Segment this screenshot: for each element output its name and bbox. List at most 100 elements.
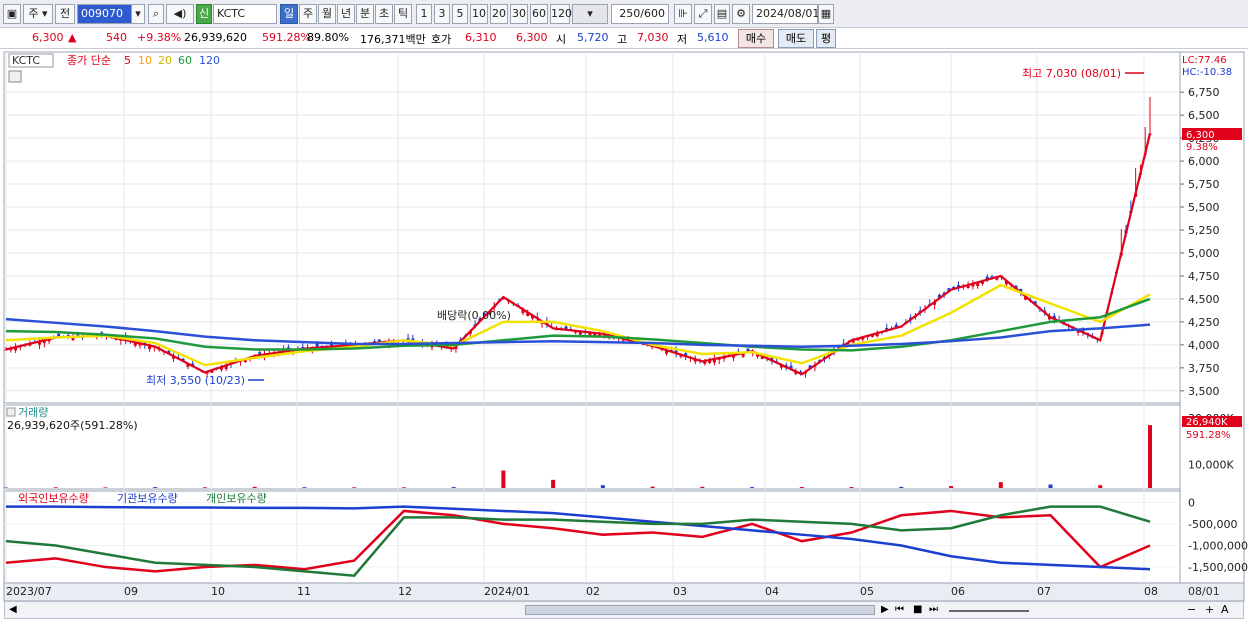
- volume-bar: [1049, 485, 1053, 489]
- xaxis-label: 12: [398, 585, 412, 598]
- holding-ytick-label: -500,000: [1188, 518, 1237, 531]
- change-value: 540: [106, 31, 127, 44]
- period-tab-5[interactable]: 초: [375, 4, 393, 24]
- price-ytick-label: 6,500: [1188, 109, 1220, 122]
- grid-toggle-icon[interactable]: [9, 71, 21, 82]
- price-ytick-label: 5,250: [1188, 224, 1220, 237]
- holding-ytick-label: -1,500,000: [1188, 561, 1248, 574]
- stop-icon[interactable]: ■: [913, 604, 922, 615]
- date-field[interactable]: 2024/08/01: [752, 4, 818, 24]
- market-label: 주: [28, 7, 38, 20]
- xaxis-label: 04: [765, 585, 779, 598]
- zoom-slider[interactable]: [949, 610, 1029, 612]
- xaxis-right-label: 08/01: [1188, 585, 1220, 598]
- holding-ytick-label: 0: [1188, 496, 1195, 509]
- change-up-icon: ▲: [68, 31, 76, 44]
- chart-area[interactable]: 6,7506,5006,2506,0005,7505,5005,2505,000…: [0, 50, 1248, 621]
- stock-name-field[interactable]: KCTC: [213, 4, 277, 24]
- volume-bar: [850, 487, 854, 488]
- low-label: 저: [677, 31, 687, 47]
- current-pct-label: 9.38%: [1186, 142, 1218, 153]
- period-tab-0[interactable]: 일: [280, 4, 298, 24]
- xaxis-label: 2023/07: [6, 585, 52, 598]
- prev-button[interactable]: 전: [55, 4, 75, 24]
- price-ytick-label: 6,000: [1188, 155, 1220, 168]
- save-icon[interactable]: ▤: [714, 4, 730, 24]
- interval-button-3[interactable]: 3: [434, 4, 450, 24]
- price-ytick-label: 6,750: [1188, 86, 1220, 99]
- period-tab-3[interactable]: 년: [337, 4, 355, 24]
- count-field[interactable]: 250/600: [611, 4, 669, 24]
- xaxis-label: 09: [124, 585, 138, 598]
- volume-bar: [501, 471, 505, 489]
- high-annotation: 최고 7,030 (08/01): [1022, 67, 1121, 80]
- new-badge[interactable]: 신: [196, 4, 212, 24]
- ma20-legend: 20: [158, 54, 172, 67]
- calendar-icon[interactable]: ▦: [818, 4, 834, 24]
- zoom-in-icon[interactable]: +: [1205, 603, 1214, 616]
- count-value: 250: [619, 7, 640, 20]
- xaxis-label: 08: [1144, 585, 1158, 598]
- volume-bar: [452, 487, 456, 488]
- market-select[interactable]: 주 ▾: [23, 4, 53, 24]
- period-tab-4[interactable]: 분: [356, 4, 374, 24]
- xaxis-label: 2024/01: [484, 585, 530, 598]
- first-page-icon[interactable]: ⏮: [895, 604, 904, 615]
- period-tab-2[interactable]: 월: [318, 4, 336, 24]
- volume-bar: [1148, 425, 1152, 488]
- draw-tool-icon[interactable]: ⤢: [694, 4, 712, 24]
- bottom-scrollbar[interactable]: ◀ ▶ ⏮ ■ ⏭ − + A: [4, 601, 1244, 619]
- chart-menu-icon[interactable]: ▣: [3, 4, 21, 24]
- high-label: 고: [617, 31, 627, 47]
- scroll-right-icon[interactable]: ▶: [881, 604, 889, 615]
- interval-button-120[interactable]: 120: [550, 4, 570, 24]
- buy-button[interactable]: 매수: [738, 29, 774, 48]
- volume-box-label: 26,940K: [1186, 417, 1228, 428]
- code-dropdown-icon[interactable]: ▾: [131, 4, 145, 24]
- settings-gear-icon[interactable]: ⚙: [732, 4, 750, 24]
- text-tool-icon[interactable]: A: [1221, 603, 1229, 616]
- interval-button-10[interactable]: 10: [470, 4, 488, 24]
- scroll-thumb[interactable]: [525, 605, 875, 615]
- volume-bar: [54, 487, 58, 488]
- last-page-icon[interactable]: ⏭: [929, 604, 938, 615]
- xaxis-label: 02: [586, 585, 600, 598]
- search-icon[interactable]: ⌕: [148, 4, 164, 24]
- period-tab-1[interactable]: 주: [299, 4, 317, 24]
- ma60-legend: 60: [178, 54, 192, 67]
- hc-label: HC:-10.38: [1182, 67, 1232, 78]
- interval-button-30[interactable]: 30: [510, 4, 528, 24]
- period-tab-6[interactable]: 틱: [394, 4, 412, 24]
- volume-value: 26,939,620: [184, 31, 247, 44]
- volume-bar: [352, 487, 356, 488]
- interval-button-1[interactable]: 1: [416, 4, 432, 24]
- candle-type-icon[interactable]: ⊪: [674, 4, 692, 24]
- unit-select[interactable]: ▾: [572, 4, 608, 24]
- volume-toggle-icon[interactable]: [7, 408, 15, 416]
- volume-bar: [601, 485, 605, 488]
- zoom-out-icon[interactable]: −: [1187, 603, 1196, 616]
- turnover-ratio: 89.80%: [307, 31, 349, 44]
- volume-title: 거래량: [18, 406, 48, 419]
- volume-bar: [203, 487, 207, 488]
- eval-button[interactable]: 평: [816, 29, 836, 48]
- scroll-left-icon[interactable]: ◀: [9, 604, 17, 615]
- open-value: 5,720: [577, 31, 609, 44]
- sell-button[interactable]: 매도: [778, 29, 814, 48]
- lc-label: LC:77.46: [1182, 55, 1227, 66]
- volume-bar: [750, 487, 754, 488]
- volume-bar: [103, 487, 107, 488]
- volume-bar: [651, 487, 655, 488]
- interval-button-5[interactable]: 5: [452, 4, 468, 24]
- interval-button-20[interactable]: 20: [490, 4, 508, 24]
- interval-button-60[interactable]: 60: [530, 4, 548, 24]
- speaker-icon[interactable]: ◀): [166, 4, 194, 24]
- price-ytick-label: 5,500: [1188, 201, 1220, 214]
- volume-bar: [402, 487, 406, 488]
- volume-box-pct: 591.28%: [1186, 430, 1231, 441]
- volume-bar: [153, 487, 157, 488]
- change-percent: +9.38%: [137, 31, 181, 44]
- stock-chart-svg[interactable]: 6,7506,5006,2506,0005,7505,5005,2505,000…: [0, 50, 1248, 621]
- open-label: 시: [556, 31, 566, 47]
- trade-amount: 176,371백만: [360, 31, 426, 47]
